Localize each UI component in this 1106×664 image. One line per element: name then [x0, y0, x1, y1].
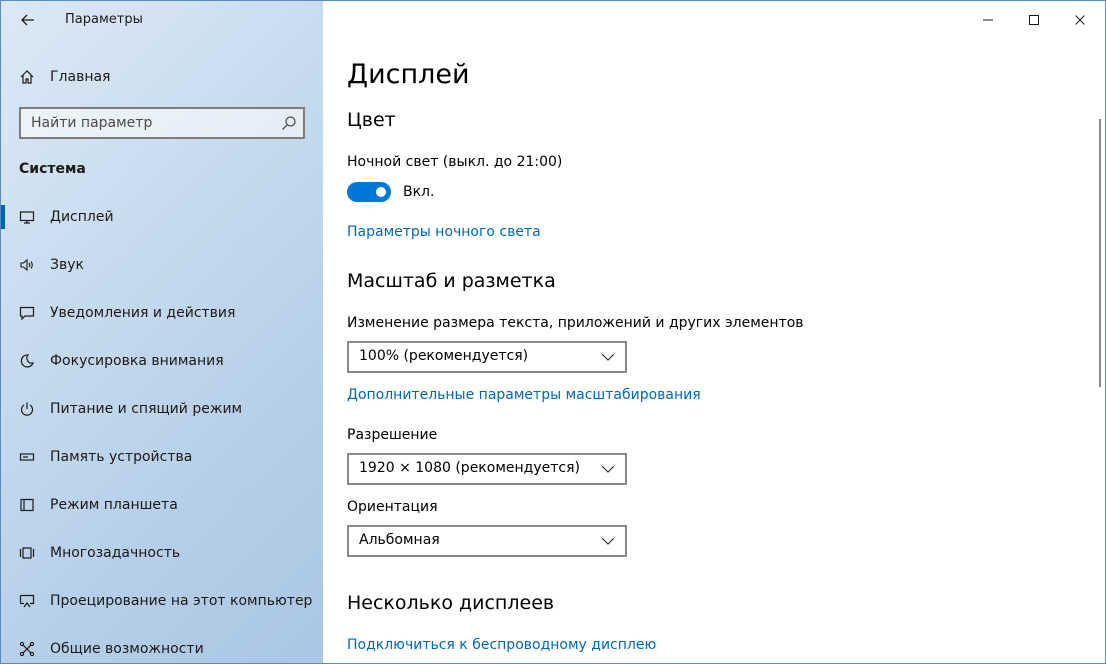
orientation-value: Альбомная: [359, 532, 440, 548]
connect-wireless-display-link[interactable]: Подключиться к беспроводному дисплею: [347, 637, 656, 653]
close-icon: [1075, 15, 1085, 25]
shared-icon: [18, 640, 36, 658]
minimize-button[interactable]: [965, 1, 1011, 39]
home-icon: [18, 68, 36, 86]
search-input[interactable]: Найти параметр: [19, 107, 305, 139]
resolution-value: 1920 × 1080 (рекомендуется): [359, 460, 580, 476]
scale-label: Изменение размера текста, приложений и д…: [347, 315, 804, 331]
sidebar-item-tablet[interactable]: Режим планшета: [1, 485, 323, 525]
advanced-scaling-link[interactable]: Дополнительные параметры масштабирования: [347, 387, 701, 403]
moon-icon: [18, 352, 36, 370]
sidebar-item-label: Проецирование на этот компьютер: [50, 593, 313, 609]
sidebar-section-title: Система: [19, 161, 86, 177]
monitor-icon: [18, 208, 36, 226]
night-light-label: Ночной свет (выкл. до 21:00): [347, 154, 563, 170]
sidebar-item-projection[interactable]: Проецирование на этот компьютер: [1, 581, 323, 621]
notification-icon: [18, 304, 36, 322]
orientation-label: Ориентация: [347, 499, 438, 515]
power-icon: [18, 400, 36, 418]
maximize-button[interactable]: [1011, 1, 1057, 39]
sidebar-item-label: Дисплей: [50, 209, 114, 225]
multitasking-icon: [18, 544, 36, 562]
sidebar-item-sound[interactable]: Звук: [1, 245, 323, 285]
sidebar-item-home[interactable]: Главная: [1, 57, 323, 97]
main-content: Дисплей Цвет Ночной свет (выкл. до 21:00…: [323, 1, 1105, 663]
sidebar: Параметры Главная Найти параметр Система…: [1, 1, 323, 663]
search-placeholder: Найти параметр: [31, 115, 153, 131]
projection-icon: [18, 592, 36, 610]
sidebar-item-power[interactable]: Питание и спящий режим: [1, 389, 323, 429]
orientation-dropdown[interactable]: Альбомная: [347, 525, 627, 557]
title-bar: Параметры: [1, 1, 323, 39]
sidebar-item-label: Общие возможности: [50, 641, 204, 657]
sidebar-item-label: Многозадачность: [50, 545, 181, 561]
tablet-icon: [18, 496, 36, 514]
scrollbar[interactable]: [1099, 119, 1101, 387]
settings-window: Параметры Главная Найти параметр Система…: [0, 0, 1106, 664]
chevron-down-icon: [601, 353, 615, 361]
section-title-color: Цвет: [347, 109, 396, 131]
search-icon: [282, 116, 296, 130]
sidebar-item-label: Память устройства: [50, 449, 193, 465]
maximize-icon: [1029, 15, 1039, 25]
chevron-down-icon: [601, 537, 615, 545]
sidebar-item-storage[interactable]: Память устройства: [1, 437, 323, 477]
close-button[interactable]: [1057, 1, 1103, 39]
night-light-toggle[interactable]: [347, 182, 391, 202]
chevron-down-icon: [601, 465, 615, 473]
page-title: Дисплей: [347, 59, 470, 90]
scale-value: 100% (рекомендуется): [359, 348, 529, 364]
resolution-label: Разрешение: [347, 427, 438, 443]
toggle-knob: [376, 187, 386, 197]
back-arrow-icon: [21, 14, 34, 26]
sidebar-item-shared-experiences[interactable]: Общие возможности: [1, 629, 323, 663]
sidebar-item-label: Звук: [50, 257, 84, 273]
night-light-toggle-state: Вкл.: [403, 184, 435, 200]
section-title-scale: Масштаб и разметка: [347, 270, 556, 292]
sidebar-item-label: Фокусировка внимания: [50, 353, 224, 369]
sidebar-item-notifications[interactable]: Уведомления и действия: [1, 293, 323, 333]
sidebar-item-label: Режим планшета: [50, 497, 178, 513]
night-light-settings-link[interactable]: Параметры ночного света: [347, 224, 541, 240]
minimize-icon: [983, 19, 993, 21]
scale-dropdown[interactable]: 100% (рекомендуется): [347, 341, 627, 373]
sidebar-item-display[interactable]: Дисплей: [1, 197, 323, 237]
back-button[interactable]: [15, 7, 41, 33]
resolution-dropdown[interactable]: 1920 × 1080 (рекомендуется): [347, 453, 627, 485]
sidebar-item-focus-assist[interactable]: Фокусировка внимания: [1, 341, 323, 381]
speaker-icon: [18, 256, 36, 274]
sidebar-item-label: Питание и спящий режим: [50, 401, 243, 417]
storage-icon: [18, 448, 36, 466]
app-title: Параметры: [65, 12, 143, 27]
sidebar-item-multitasking[interactable]: Многозадачность: [1, 533, 323, 573]
section-title-multiple-displays: Несколько дисплеев: [347, 592, 555, 614]
sidebar-item-label: Главная: [50, 69, 111, 85]
sidebar-item-label: Уведомления и действия: [50, 305, 236, 321]
